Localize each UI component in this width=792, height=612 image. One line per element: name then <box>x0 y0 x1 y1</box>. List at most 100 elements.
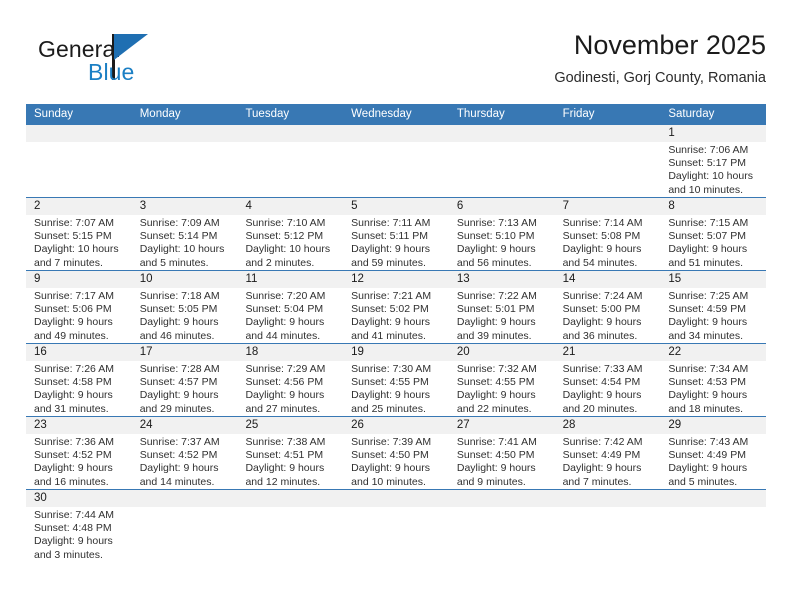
day-number-15[interactable]: 15 <box>660 271 766 288</box>
week-date-number-band: 16 17 18 19 20 21 22 <box>26 344 766 361</box>
day-cell-6[interactable]: Sunrise: 7:13 AM Sunset: 5:10 PM Daylight:… <box>449 215 555 270</box>
day-number-18[interactable]: 18 <box>237 344 343 361</box>
daylight-text-cont: and 36 minutes. <box>562 329 638 342</box>
day-number-6[interactable]: 6 <box>449 198 555 215</box>
day-cell-15[interactable]: Sunrise: 7:25 AM Sunset: 4:59 PM Daylight:… <box>660 288 766 343</box>
day-cell-19[interactable]: Sunrise: 7:30 AM Sunset: 4:55 PM Daylight:… <box>343 361 449 416</box>
daylight-text-cont: and 29 minutes. <box>139 402 215 415</box>
sunset-text: Sunset: 4:59 PM <box>668 303 746 316</box>
sunrise-text: Sunrise: 7:32 AM <box>456 363 537 375</box>
day-cell-30[interactable]: Sunrise: 7:44 AM Sunset: 4:48 PM Daylight:… <box>26 507 132 567</box>
day-cell-28[interactable]: Sunrise: 7:42 AM Sunset: 4:49 PM Daylight:… <box>555 434 661 489</box>
day-cell-11[interactable]: Sunrise: 7:20 AM Sunset: 5:04 PM Daylight:… <box>237 288 343 343</box>
day-number-empty <box>26 125 132 142</box>
day-cell-3[interactable]: Sunrise: 7:09 AM Sunset: 5:14 PM Daylight:… <box>132 215 238 270</box>
day-number-26[interactable]: 26 <box>343 417 449 434</box>
day-cell-empty <box>555 507 661 567</box>
week-detail-band: Sunrise: 7:44 AM Sunset: 4:48 PM Daylight:… <box>26 507 766 567</box>
day-number-7[interactable]: 7 <box>555 198 661 215</box>
day-cell-1[interactable]: Sunrise: 7:06 AM Sunset: 5:17 PM Daylight:… <box>660 142 766 197</box>
day-number-empty <box>237 125 343 142</box>
daylight-text-cont: and 51 minutes. <box>668 256 744 269</box>
day-cell-26[interactable]: Sunrise: 7:39 AM Sunset: 4:50 PM Daylight:… <box>343 434 449 489</box>
day-cell-2[interactable]: Sunrise: 7:07 AM Sunset: 5:15 PM Daylight:… <box>26 215 132 270</box>
day-number-21[interactable]: 21 <box>555 344 661 361</box>
sunset-text: Sunset: 4:49 PM <box>668 449 746 462</box>
day-number-19[interactable]: 19 <box>343 344 449 361</box>
day-cell-27[interactable]: Sunrise: 7:41 AM Sunset: 4:50 PM Daylight:… <box>449 434 555 489</box>
day-cell-23[interactable]: Sunrise: 7:36 AM Sunset: 4:52 PM Daylight:… <box>26 434 132 489</box>
day-number-14[interactable]: 14 <box>555 271 661 288</box>
day-cell-12[interactable]: Sunrise: 7:21 AM Sunset: 5:02 PM Daylight:… <box>343 288 449 343</box>
day-number-29[interactable]: 29 <box>660 417 766 434</box>
day-cell-4[interactable]: Sunrise: 7:10 AM Sunset: 5:12 PM Daylight:… <box>237 215 343 270</box>
day-number-4[interactable]: 4 <box>237 198 343 215</box>
day-number-5[interactable]: 5 <box>343 198 449 215</box>
daylight-text-cont: and 3 minutes. <box>34 548 103 561</box>
daylight-text: Daylight: 9 hours <box>34 462 113 475</box>
day-cell-10[interactable]: Sunrise: 7:18 AM Sunset: 5:05 PM Daylight:… <box>132 288 238 343</box>
day-number-10[interactable]: 10 <box>132 271 238 288</box>
day-cell-21[interactable]: Sunrise: 7:33 AM Sunset: 4:54 PM Daylight:… <box>555 361 661 416</box>
day-number-24[interactable]: 24 <box>132 417 238 434</box>
day-number-1[interactable]: 1 <box>660 125 766 142</box>
sunrise-text: Sunrise: 7:07 AM <box>34 217 114 229</box>
sunset-text: Sunset: 5:10 PM <box>456 230 535 243</box>
daylight-text-cont: and 10 minutes. <box>351 475 426 488</box>
day-number-27[interactable]: 27 <box>449 417 555 434</box>
day-number-empty <box>449 490 555 507</box>
day-cell-8[interactable]: Sunrise: 7:15 AM Sunset: 5:07 PM Daylight:… <box>660 215 766 270</box>
day-number-13[interactable]: 13 <box>449 271 555 288</box>
day-cell-29[interactable]: Sunrise: 7:43 AM Sunset: 4:49 PM Daylight:… <box>660 434 766 489</box>
day-cell-7[interactable]: Sunrise: 7:14 AM Sunset: 5:08 PM Daylight:… <box>555 215 661 270</box>
day-cell-17[interactable]: Sunrise: 7:28 AM Sunset: 4:57 PM Daylight:… <box>132 361 238 416</box>
title-block: November 2025 Godinesti, Gorj County, Ro… <box>266 28 766 89</box>
day-cell-18[interactable]: Sunrise: 7:29 AM Sunset: 4:56 PM Daylight:… <box>237 361 343 416</box>
day-cell-20[interactable]: Sunrise: 7:32 AM Sunset: 4:55 PM Daylight:… <box>449 361 555 416</box>
day-cell-5[interactable]: Sunrise: 7:11 AM Sunset: 5:11 PM Daylight:… <box>343 215 449 270</box>
sunset-text: Sunset: 5:04 PM <box>245 303 324 316</box>
day-number-empty <box>132 490 238 507</box>
day-number-3[interactable]: 3 <box>132 198 238 215</box>
day-number-20[interactable]: 20 <box>449 344 555 361</box>
day-cell-14[interactable]: Sunrise: 7:24 AM Sunset: 5:00 PM Daylight:… <box>555 288 661 343</box>
sunrise-text: Sunrise: 7:15 AM <box>668 217 749 229</box>
day-number-16[interactable]: 16 <box>26 344 132 361</box>
day-number-28[interactable]: 28 <box>555 417 661 434</box>
day-cell-22[interactable]: Sunrise: 7:34 AM Sunset: 4:53 PM Daylight:… <box>660 361 766 416</box>
day-number-9[interactable]: 9 <box>26 271 132 288</box>
day-number-8[interactable]: 8 <box>660 198 766 215</box>
day-cell-24[interactable]: Sunrise: 7:37 AM Sunset: 4:52 PM Daylight:… <box>132 434 238 489</box>
day-number-23[interactable]: 23 <box>26 417 132 434</box>
day-number-empty <box>132 125 238 142</box>
calendar-week-row: 16 17 18 19 20 21 22 Sunrise: 7:26 AM Sunset: 4:… <box>26 343 766 416</box>
weekday-header-wednesday: Wednesday <box>351 108 412 120</box>
day-number-11[interactable]: 11 <box>237 271 343 288</box>
day-cell-empty <box>449 142 555 197</box>
daylight-text: Daylight: 9 hours <box>34 389 113 402</box>
daylight-text: Daylight: 9 hours <box>668 316 748 329</box>
day-number-30[interactable]: 30 <box>26 490 132 507</box>
day-number-22[interactable]: 22 <box>660 344 766 361</box>
day-cell-13[interactable]: Sunrise: 7:22 AM Sunset: 5:01 PM Daylight:… <box>449 288 555 343</box>
daylight-text: Daylight: 9 hours <box>668 462 748 475</box>
daylight-text: Daylight: 9 hours <box>562 389 642 402</box>
sunrise-text: Sunrise: 7:26 AM <box>34 363 114 375</box>
daylight-text: Daylight: 10 hours <box>139 243 225 256</box>
day-number-12[interactable]: 12 <box>343 271 449 288</box>
day-number-25[interactable]: 25 <box>237 417 343 434</box>
daylight-text: Daylight: 9 hours <box>34 535 113 548</box>
day-number-empty <box>555 490 661 507</box>
sunrise-text: Sunrise: 7:13 AM <box>456 217 537 229</box>
page-title: November 2025 <box>573 30 766 60</box>
day-cell-9[interactable]: Sunrise: 7:17 AM Sunset: 5:06 PM Daylight:… <box>26 288 132 343</box>
day-number-2[interactable]: 2 <box>26 198 132 215</box>
sunrise-text: Sunrise: 7:34 AM <box>668 363 749 375</box>
day-cell-25[interactable]: Sunrise: 7:38 AM Sunset: 4:51 PM Daylight:… <box>237 434 343 489</box>
general-blue-logo[interactable]: General Blue <box>26 32 256 92</box>
day-number-17[interactable]: 17 <box>132 344 238 361</box>
daylight-text-cont: and 9 minutes. <box>456 475 526 488</box>
sunset-text: Sunset: 4:54 PM <box>562 376 641 389</box>
week-date-number-band: 30 <box>26 490 766 507</box>
day-cell-16[interactable]: Sunrise: 7:26 AM Sunset: 4:58 PM Daylight:… <box>26 361 132 416</box>
